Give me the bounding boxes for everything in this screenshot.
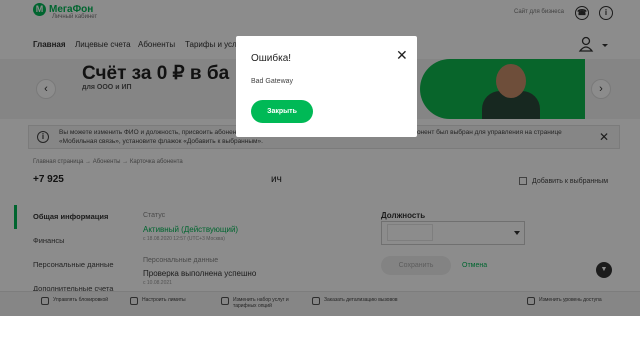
page-bottom [0,316,640,351]
error-dialog: Ошибка! ✕ Bad Gateway Закрыть [236,36,417,137]
page: М МегаФон Личный кабинет Сайт для бизнес… [0,0,640,351]
close-button[interactable]: Закрыть [251,100,313,123]
close-icon[interactable]: ✕ [396,48,408,62]
dialog-title: Ошибка! [251,53,292,64]
dialog-message: Bad Gateway [251,78,294,85]
